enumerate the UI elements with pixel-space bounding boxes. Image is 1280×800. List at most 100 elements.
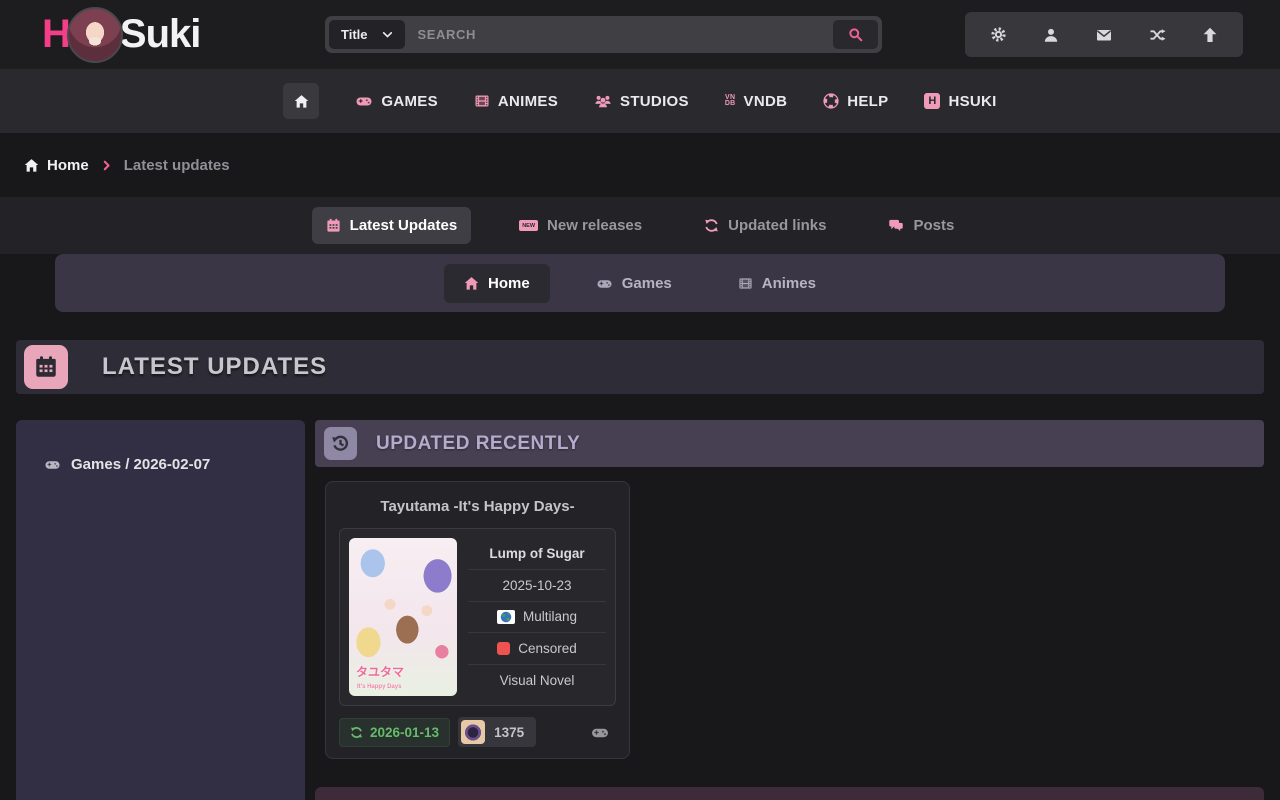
home-icon	[464, 276, 479, 291]
detail-language: Multilang	[468, 602, 606, 634]
nav-item-label: HSUKI	[948, 93, 996, 110]
nav-item-label: HELP	[847, 93, 888, 110]
settings-icon[interactable]	[990, 26, 1007, 43]
header-icon-tray	[965, 12, 1243, 57]
next-section-header-partial	[315, 787, 1264, 800]
breadcrumb-current: Latest updates	[124, 157, 230, 174]
sidebar-item-games-date[interactable]: Games / 2026-02-07	[44, 456, 305, 473]
sync-icon	[704, 218, 719, 233]
scope-tab-bar: Home Games Animes	[55, 254, 1225, 312]
detail-release-date: 2025-10-23	[468, 570, 606, 602]
subtab-games[interactable]: Games	[576, 264, 692, 303]
search-category-value: Title	[341, 27, 368, 42]
search-icon	[848, 27, 863, 42]
upload-arrow-icon[interactable]	[1202, 27, 1218, 43]
game-cover-image[interactable]: タユタマ It's Happy Days	[349, 538, 457, 696]
calendar-icon	[326, 218, 341, 233]
censored-icon	[497, 642, 510, 655]
home-icon	[24, 158, 39, 173]
calendar-icon	[24, 345, 68, 389]
comments-icon	[888, 218, 904, 233]
film-icon	[738, 276, 753, 291]
nav-item-label: STUDIOS	[620, 93, 689, 110]
site-logo[interactable]: H Suki	[42, 7, 200, 63]
detail-studio[interactable]: Lump of Sugar	[468, 538, 606, 570]
game-details-list: Lump of Sugar 2025-10-23 Multilang Censo…	[468, 538, 606, 696]
sidebar-item-label: Games / 2026-02-07	[71, 456, 210, 473]
nav-item-games[interactable]: GAMES	[355, 93, 438, 110]
search-button[interactable]	[833, 20, 878, 49]
messages-icon[interactable]	[1095, 27, 1113, 43]
detail-censorship: Censored	[468, 633, 606, 665]
nav-item-studios[interactable]: STUDIOS	[594, 93, 689, 110]
nav-item-help[interactable]: HELP	[823, 93, 888, 110]
updated-date-badge: 2026-01-13	[339, 718, 450, 747]
gamepad-icon	[44, 457, 61, 472]
nav-item-animes[interactable]: ANIMES	[474, 93, 558, 110]
subtab-label: Animes	[762, 275, 816, 292]
new-badge-icon: NEW	[519, 220, 538, 231]
subtab-label: Home	[488, 275, 530, 292]
home-icon	[294, 94, 309, 109]
tab-label: Latest Updates	[350, 217, 458, 234]
tab-new-releases[interactable]: NEW New releases	[505, 207, 656, 244]
nav-item-label: GAMES	[381, 93, 438, 110]
breadcrumb-home-link[interactable]: Home	[24, 157, 89, 174]
studios-users-icon	[594, 93, 612, 109]
logo-text-suki: Suki	[120, 12, 200, 57]
user-icon[interactable]	[1043, 27, 1059, 43]
search-category-select[interactable]: Title	[329, 20, 405, 49]
nav-home-button[interactable]	[283, 83, 319, 119]
tab-latest-updates[interactable]: Latest Updates	[312, 207, 472, 244]
game-card: Tayutama -It's Happy Days- タユタマ It's Hap…	[325, 481, 630, 759]
updated-recently-header: UPDATED RECENTLY	[315, 420, 1264, 467]
cover-subtitle-text: It's Happy Days	[357, 684, 401, 690]
vndb-icon: VNDB	[725, 95, 736, 108]
film-icon	[474, 93, 490, 109]
page-title: LATEST UPDATES	[102, 353, 327, 381]
date-sidebar: Games / 2026-02-07	[16, 420, 305, 800]
gamepad-icon	[590, 724, 610, 741]
gamepad-icon	[596, 276, 613, 291]
subtab-label: Games	[622, 275, 672, 292]
views-badge[interactable]: 1375	[458, 717, 536, 747]
life-ring-icon	[823, 93, 839, 109]
logo-avatar-image	[67, 7, 123, 63]
uploader-thumbnail	[461, 720, 485, 744]
main-column: UPDATED RECENTLY Tayutama -It's Happy Da…	[315, 420, 1264, 800]
game-card-body: タユタマ It's Happy Days Lump of Sugar 2025-…	[339, 528, 616, 706]
logo-text-h: H	[42, 12, 70, 57]
subtab-home[interactable]: Home	[444, 264, 550, 303]
search-bar: Title	[325, 16, 882, 53]
tab-label: Posts	[913, 217, 954, 234]
game-card-footer: 2026-01-13 1375	[339, 717, 616, 747]
random-shuffle-icon[interactable]	[1149, 27, 1166, 43]
gamepad-icon	[355, 93, 373, 109]
tab-label: New releases	[547, 217, 642, 234]
refresh-icon	[350, 726, 363, 739]
updated-date-value: 2026-01-13	[370, 725, 439, 740]
panel-title: UPDATED RECENTLY	[376, 433, 580, 455]
detail-category: Visual Novel	[468, 665, 606, 696]
h-square-icon: H	[924, 93, 940, 109]
subtab-animes[interactable]: Animes	[718, 264, 836, 303]
nav-item-vndb[interactable]: VNDB VNDB	[725, 93, 787, 110]
views-count: 1375	[494, 725, 524, 740]
nav-item-hsuki[interactable]: H HSUKI	[924, 93, 996, 110]
cover-title-text: タユタマ	[356, 663, 404, 680]
breadcrumb: Home Latest updates	[0, 133, 1280, 197]
search-input[interactable]	[405, 20, 834, 49]
history-icon	[324, 427, 357, 460]
chevron-down-icon	[382, 29, 393, 40]
tab-updated-links[interactable]: Updated links	[690, 207, 840, 244]
latest-updates-section-header: LATEST UPDATES	[16, 340, 1264, 394]
nav-item-label: ANIMES	[498, 93, 558, 110]
tab-label: Updated links	[728, 217, 826, 234]
game-title[interactable]: Tayutama -It's Happy Days-	[339, 493, 616, 528]
content-area: Games / 2026-02-07 UPDATED RECENTLY Tayu…	[16, 420, 1264, 800]
globe-icon	[497, 610, 515, 624]
updates-tab-row: Latest Updates NEW New releases Updated …	[0, 197, 1280, 254]
chevron-right-icon	[101, 160, 112, 171]
nav-item-label: VNDB	[744, 93, 788, 110]
tab-posts[interactable]: Posts	[874, 207, 968, 244]
